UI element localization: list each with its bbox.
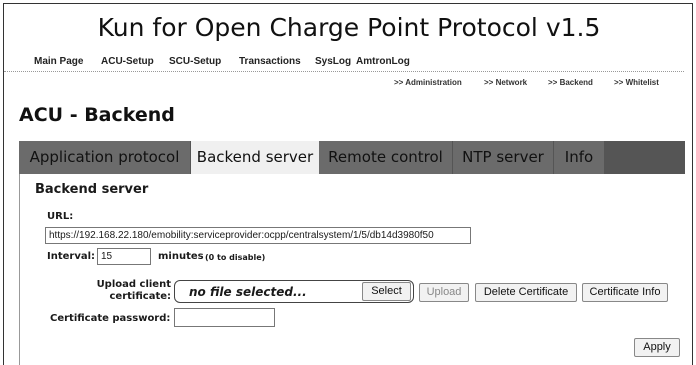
interval-hint: (0 to disable) — [205, 253, 266, 262]
upload-label-line2: certificate: — [109, 291, 172, 302]
certificate-password-input[interactable] — [174, 308, 275, 327]
subnav-whitelist[interactable]: >> Whitelist — [614, 78, 659, 87]
interval-input[interactable]: 15 — [97, 248, 151, 265]
certificate-info-button[interactable]: Certificate Info — [582, 283, 668, 302]
delete-certificate-button[interactable]: Delete Certificate — [475, 283, 577, 302]
file-placeholder: no file selected... — [189, 285, 307, 299]
upload-button[interactable]: Upload — [419, 283, 469, 302]
certificate-password-label: Certificate password: — [50, 313, 171, 324]
select-file-button[interactable]: Select — [362, 282, 411, 301]
upload-label-line1: Upload client — [96, 279, 171, 290]
url-label: URL: — [47, 211, 74, 222]
backend-server-panel — [19, 174, 685, 365]
tab-application-protocol[interactable]: Application protocol — [19, 141, 190, 174]
menu-item-transactions[interactable]: Transactions — [239, 56, 301, 67]
tab-info[interactable]: Info — [554, 141, 604, 174]
section-title: Backend server — [35, 182, 149, 197]
url-input[interactable]: https://192.168.22.180/emobility:service… — [45, 227, 471, 244]
menu-item-acu-setup[interactable]: ACU-Setup — [101, 56, 154, 67]
menu-item-syslog[interactable]: SysLog — [315, 56, 351, 67]
document-title: Kun for Open Charge Point Protocol v1.5 — [97, 13, 601, 42]
interval-label: Interval: — [47, 251, 96, 262]
tab-ntp-server[interactable]: NTP server — [453, 141, 553, 174]
menu-item-amtronlog[interactable]: AmtronLog — [356, 56, 410, 67]
apply-button[interactable]: Apply — [634, 338, 680, 357]
interval-unit: minutes — [158, 251, 204, 262]
tab-remote-control[interactable]: Remote control — [319, 141, 452, 174]
menu-divider — [4, 71, 684, 72]
menu-item-main-page[interactable]: Main Page — [34, 56, 83, 67]
tab-backend-server[interactable]: Backend server — [191, 141, 319, 174]
main-menu-bar: Main Page ACU-Setup SCU-Setup Transactio… — [4, 52, 684, 72]
page-title: ACU - Backend — [19, 104, 175, 126]
subnav-administration[interactable]: >> Administration — [394, 78, 462, 87]
menu-item-scu-setup[interactable]: SCU-Setup — [169, 56, 221, 67]
tab-bar: Application protocol Backend server Remo… — [19, 141, 685, 174]
subnav-backend[interactable]: >> Backend — [548, 78, 593, 87]
subnav-network[interactable]: >> Network — [484, 78, 527, 87]
